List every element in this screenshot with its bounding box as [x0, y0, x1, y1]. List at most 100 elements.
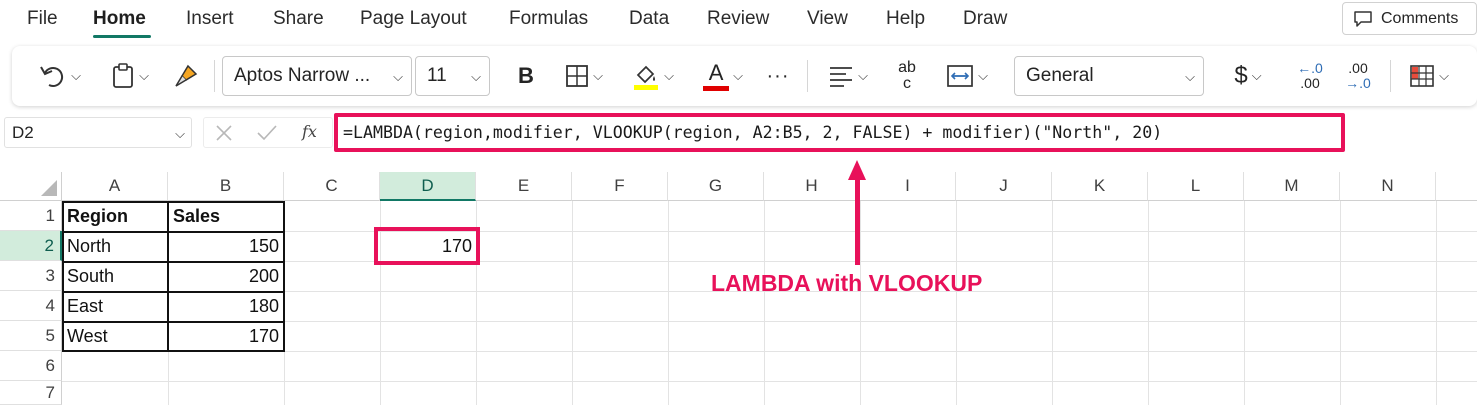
font-color-swatch	[703, 85, 730, 91]
annotation-arrow-head	[848, 160, 866, 180]
column-header-h[interactable]: H	[764, 172, 860, 201]
tab-data[interactable]: Data	[629, 8, 669, 30]
chevron-down-icon: ⌵	[175, 126, 185, 141]
column-header-c[interactable]: C	[284, 172, 380, 201]
formula-input[interactable]: =LAMBDA(region,modifier, VLOOKUP(region,…	[334, 113, 1345, 152]
decrease-decimal-button[interactable]: .00 →.0	[1338, 56, 1378, 96]
more-options-button[interactable]: ···	[760, 56, 796, 96]
column-header-k[interactable]: K	[1052, 172, 1148, 201]
column-header-e[interactable]: E	[476, 172, 572, 201]
cell-b1[interactable]: Sales	[169, 201, 283, 231]
column-header-d[interactable]: D	[380, 172, 476, 201]
column-header-a[interactable]: A	[62, 172, 168, 201]
ribbon-toolbar: ⌵ ⌵ Aptos Narrow ... ⌵ 11 ⌵ B ⌵ ⌵ A ⌵ ··…	[12, 46, 1477, 106]
cell-a3[interactable]: South	[63, 261, 167, 291]
number-format-dropdown[interactable]: General ⌵	[1014, 56, 1204, 96]
enter-check-icon[interactable]	[256, 123, 278, 143]
chevron-down-icon: ⌵	[1185, 69, 1195, 84]
chevron-down-icon: ⌵	[393, 69, 403, 84]
cell-b2[interactable]: 150	[169, 231, 283, 261]
font-size-value: 11	[427, 65, 447, 86]
borders-button[interactable]: ⌵	[556, 56, 612, 96]
tab-formulas[interactable]: Formulas	[509, 8, 588, 30]
row-header-6[interactable]: 6	[0, 351, 62, 381]
column-header-l[interactable]: L	[1148, 172, 1244, 201]
tab-draw[interactable]: Draw	[963, 8, 1007, 30]
row-header-1[interactable]: 1	[0, 201, 62, 231]
tab-page-layout[interactable]: Page Layout	[360, 8, 467, 30]
name-box[interactable]: D2 ⌵	[4, 117, 192, 148]
name-box-value: D2	[12, 122, 34, 142]
cell-b3[interactable]: 200	[169, 261, 283, 291]
tab-review[interactable]: Review	[707, 8, 769, 30]
active-tab-indicator	[93, 35, 151, 38]
row-header-5[interactable]: 5	[0, 321, 62, 351]
tab-file[interactable]: File	[27, 8, 58, 30]
font-name-dropdown[interactable]: Aptos Narrow ... ⌵	[222, 56, 412, 96]
tab-home[interactable]: Home	[93, 8, 146, 30]
chevron-down-icon: ⌵	[978, 68, 988, 83]
column-header-f[interactable]: F	[572, 172, 668, 201]
conditional-format-button[interactable]: ⌵	[1400, 56, 1458, 96]
currency-symbol: $	[1234, 62, 1248, 89]
insert-function-icon[interactable]: fx	[302, 122, 317, 141]
row-header-4[interactable]: 4	[0, 291, 62, 321]
column-header-n[interactable]: N	[1340, 172, 1436, 201]
column-header-m[interactable]: M	[1244, 172, 1340, 201]
decrease-decimal-bottom: →.0	[1345, 75, 1371, 91]
row-header-7[interactable]: 7	[0, 381, 62, 405]
tab-help[interactable]: Help	[886, 8, 925, 30]
chevron-down-icon: ⌵	[593, 68, 603, 83]
column-header-i[interactable]: I	[860, 172, 956, 201]
decrease-decimal-top: .00	[1348, 60, 1368, 77]
column-header-g[interactable]: G	[668, 172, 764, 201]
conditional-format-icon	[1410, 65, 1434, 87]
wrap-text-top: ab	[898, 59, 916, 76]
format-painter-button[interactable]	[168, 56, 204, 96]
cell-a5[interactable]: West	[63, 321, 167, 351]
wrap-text-button[interactable]: ab c	[890, 56, 924, 96]
font-color-button[interactable]: A ⌵	[694, 56, 752, 96]
ribbon-separator	[807, 60, 808, 92]
chevron-down-icon: ⌵	[471, 69, 481, 84]
row-header-2[interactable]: 2	[0, 231, 62, 261]
fill-color-button[interactable]: ⌵	[624, 56, 682, 96]
align-button[interactable]: ⌵	[818, 56, 878, 96]
column-header-b[interactable]: B	[168, 172, 284, 201]
cell-a2[interactable]: North	[63, 231, 167, 261]
cell-a1[interactable]: Region	[63, 201, 167, 231]
undo-button[interactable]: ⌵	[32, 56, 88, 96]
annotation-arrow	[855, 178, 860, 265]
paste-button[interactable]: ⌵	[102, 56, 158, 96]
bold-button[interactable]: B	[508, 56, 544, 96]
number-format-value: General	[1026, 65, 1094, 86]
comments-button[interactable]: Comments	[1342, 2, 1477, 35]
column-header-o[interactable]	[1436, 172, 1477, 201]
cell-b4[interactable]: 180	[169, 291, 283, 321]
select-all-corner[interactable]	[0, 172, 62, 201]
cancel-icon[interactable]	[214, 123, 234, 143]
increase-decimal-bottom: .00	[1300, 75, 1320, 91]
merge-center-button[interactable]: ⌵	[936, 56, 998, 96]
cell-d2[interactable]: 170	[374, 227, 480, 265]
row-header-3[interactable]: 3	[0, 261, 62, 291]
comments-label: Comments	[1381, 9, 1459, 27]
select-all-triangle-icon	[41, 180, 57, 196]
column-header-j[interactable]: J	[956, 172, 1052, 201]
tab-insert[interactable]: Insert	[186, 8, 234, 30]
annotation-label: LAMBDA with VLOOKUP	[711, 270, 983, 296]
cell-b5[interactable]: 170	[169, 321, 283, 351]
currency-button[interactable]: $ ⌵	[1220, 56, 1276, 96]
merge-icon	[947, 65, 973, 87]
increase-decimal-button[interactable]: ←.0 .00	[1290, 56, 1330, 96]
font-color-label: A	[708, 59, 724, 85]
cell-a4[interactable]: East	[63, 291, 167, 321]
font-size-dropdown[interactable]: 11 ⌵	[415, 56, 490, 96]
tab-share[interactable]: Share	[273, 8, 324, 30]
ribbon-separator	[214, 60, 215, 92]
chevron-down-icon: ⌵	[71, 68, 81, 83]
tab-view[interactable]: View	[807, 8, 848, 30]
paintbrush-icon	[175, 64, 198, 87]
comment-icon	[1354, 10, 1372, 27]
undo-icon	[40, 66, 64, 87]
